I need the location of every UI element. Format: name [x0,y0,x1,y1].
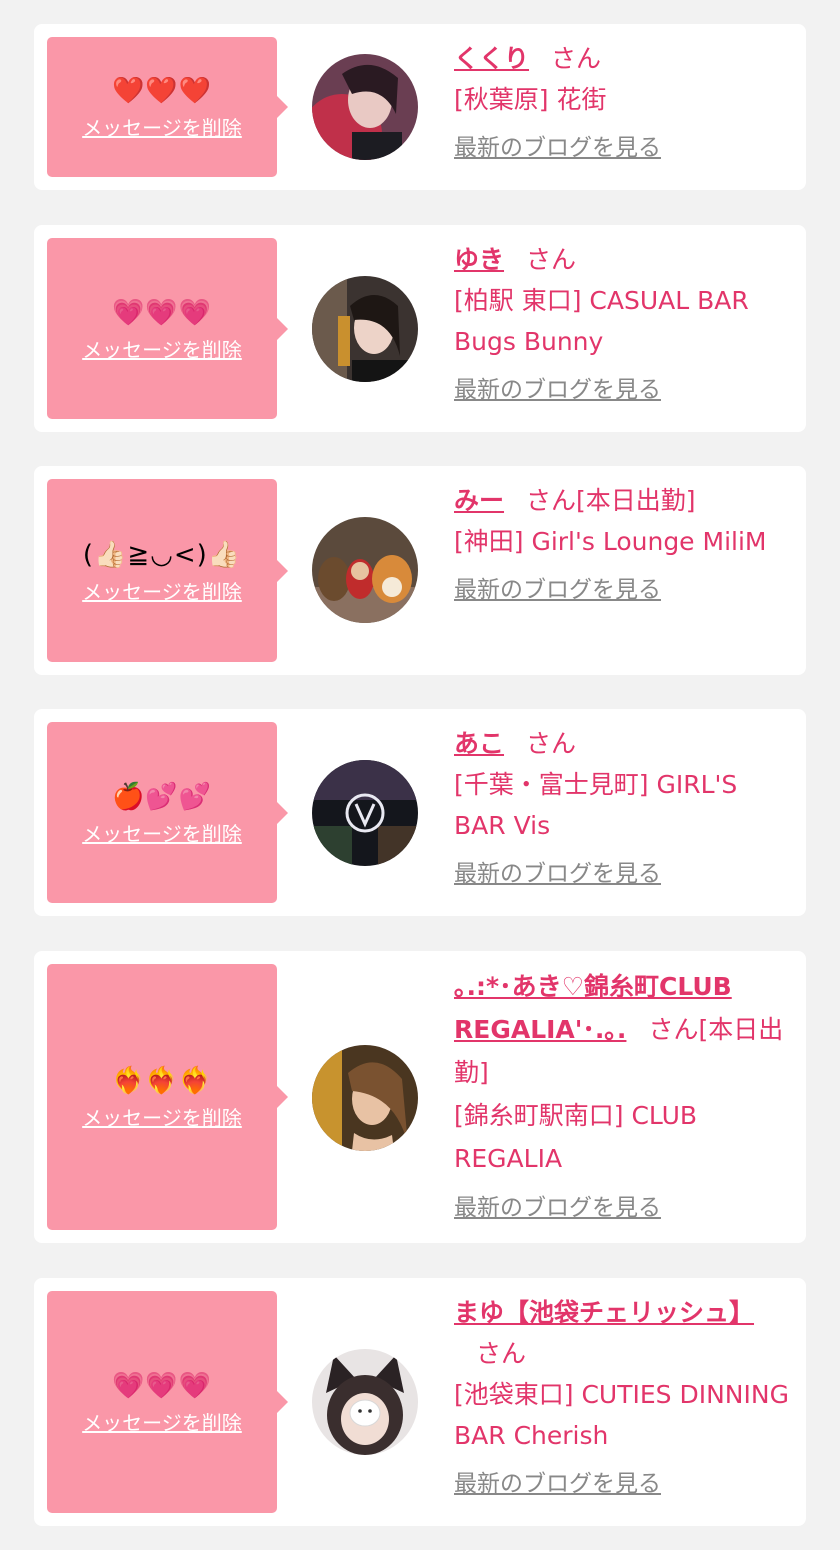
latest-blog-link[interactable]: 最新のブログを見る [454,1468,661,1500]
message-emoji: ❤️‍🔥❤️‍🔥❤️‍🔥 [111,1066,213,1096]
latest-blog-link[interactable]: 最新のブログを見る [454,374,661,406]
shop-location: [池袋東口] CUTIES DINNING BAR Cherish [454,1380,789,1450]
shop-location: [錦糸町駅南口] CLUB REGALIA [454,1101,698,1173]
cast-info: みー さん[本日出勤] [神田] Girl's Lounge MiliM 最新のブ… [454,480,796,609]
favorite-card: 💗💗💗 メッセージを削除 ゆき さん [柏駅 東口] CASUAL BAR Bug… [34,225,806,432]
delete-message-link[interactable]: メッセージを削除 [82,116,242,140]
cast-info: ゆき さん [柏駅 東口] CASUAL BAR Bugs Bunny 最新のブロ… [454,239,796,409]
message-emoji: 💗💗💗 [111,297,213,328]
avatar[interactable] [312,54,418,160]
latest-blog-link[interactable]: 最新のブログを見る [454,132,661,164]
favorite-card: ❤️❤️❤️ メッセージを削除 くくり さん [秋葉原] 花街 最新のブログを見る [34,24,806,190]
delete-message-link[interactable]: メッセージを削除 [82,1106,242,1130]
cast-info: くくり さん [秋葉原] 花街 最新のブログを見る [454,38,796,167]
delete-message-link[interactable]: メッセージを削除 [82,822,242,846]
message-bubble: 💗💗💗 メッセージを削除 [47,1291,288,1513]
message-bubble: ❤️‍🔥❤️‍🔥❤️‍🔥 メッセージを削除 [47,964,288,1230]
favorite-card: ❤️‍🔥❤️‍🔥❤️‍🔥 メッセージを削除 ｡.:*･あき♡錦糸町CLUB RE… [34,951,806,1243]
avatar[interactable] [312,517,418,623]
message-bubble: ❤️❤️❤️ メッセージを削除 [47,37,288,177]
cast-info: まゆ【池袋チェリッシュ】さん [池袋東口] CUTIES DINNING BAR… [454,1292,796,1503]
latest-blog-link[interactable]: 最新のブログを見る [454,1192,661,1224]
cast-name-link[interactable]: みー [454,486,504,515]
avatar[interactable] [312,1349,418,1455]
delete-message-link[interactable]: メッセージを削除 [82,580,242,604]
cast-suffix: さん[本日出勤] [526,486,696,515]
cast-name-link[interactable]: まゆ【池袋チェリッシュ】 [454,1298,754,1327]
shop-location: [秋葉原] 花街 [454,85,607,114]
avatar[interactable] [312,760,418,866]
favorite-card: 💗💗💗 メッセージを削除 まゆ【池袋チェリッシュ】さん [池袋東口] CUTIE… [34,1278,806,1526]
avatar[interactable] [312,1045,418,1151]
message-bubble: 💗💗💗 メッセージを削除 [47,238,288,419]
latest-blog-link[interactable]: 最新のブログを見る [454,858,661,890]
cast-name-link[interactable]: くくり [454,44,529,73]
favorite-card: 🍎💕💕 メッセージを削除 あこ さん [千葉・富士見町] GIRL'S BAR V… [34,709,806,916]
message-bubble: 🍎💕💕 メッセージを削除 [47,722,288,903]
cast-name-link[interactable]: あこ [454,729,504,758]
shop-location: [千葉・富士見町] GIRL'S BAR Vis [454,770,738,840]
message-emoji: 💗💗💗 [111,1371,213,1401]
cast-suffix: さん [476,1339,527,1368]
cast-suffix: さん [551,44,602,73]
cast-name-link[interactable]: ゆき [454,245,504,274]
shop-location: [神田] Girl's Lounge MiliM [454,527,767,556]
delete-message-link[interactable]: メッセージを削除 [82,1411,242,1435]
shop-location: [柏駅 東口] CASUAL BAR Bugs Bunny [454,286,749,356]
message-bubble: (👍🏻≧◡<)👍🏻 メッセージを削除 [47,479,288,662]
avatar[interactable] [312,276,418,382]
cast-suffix: さん [526,729,577,758]
cast-info: ｡.:*･あき♡錦糸町CLUB REGALIA'･.｡. さん[本日出勤] [錦糸… [454,965,796,1228]
message-emoji: 🍎💕💕 [111,781,213,812]
message-emoji: ❤️❤️❤️ [111,76,213,106]
latest-blog-link[interactable]: 最新のブログを見る [454,574,661,606]
cast-suffix: さん [526,245,577,274]
delete-message-link[interactable]: メッセージを削除 [82,338,242,362]
favorite-card: (👍🏻≧◡<)👍🏻 メッセージを削除 みー さん[本日出勤] [神田] Girl'… [34,466,806,675]
message-emoji: (👍🏻≧◡<)👍🏻 [82,539,242,570]
cast-info: あこ さん [千葉・富士見町] GIRL'S BAR Vis 最新のブログを見る [454,723,796,893]
